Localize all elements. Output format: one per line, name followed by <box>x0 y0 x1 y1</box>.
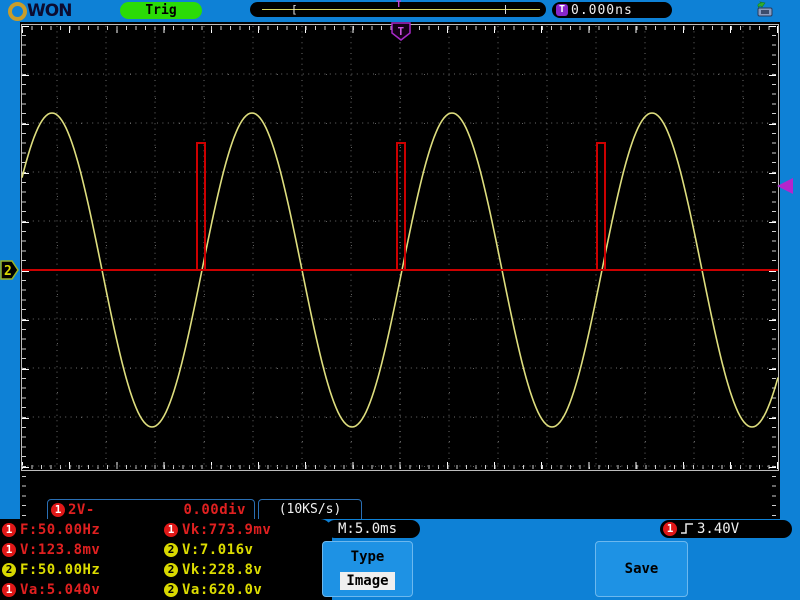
measurement-row: 2 F:50.00Hz <box>2 560 162 580</box>
trigger-level-readout: 1 3.40V <box>660 520 792 538</box>
top-bar: WON Trig [ T T 0.000ns <box>0 0 800 22</box>
brand-logo: WON <box>8 1 72 21</box>
grid-dotted-lines <box>22 26 778 469</box>
type-button-title: Type <box>350 549 385 565</box>
trigger-level-value: 3.40V <box>697 521 740 537</box>
channel1-info-row: 1 2V- 0.00div <box>48 500 254 520</box>
sample-rate: (10KS/s) <box>278 502 342 517</box>
trigger-mini-t-marker: T <box>396 0 402 10</box>
channel1-badge: 1 <box>51 502 65 517</box>
meas-badge: 1 <box>2 523 16 537</box>
timebase-readout: M:5.0ms <box>326 520 420 538</box>
save-button-label: Save <box>624 561 659 577</box>
meas-badge: 1 <box>2 543 16 557</box>
trigger-source-badge: 1 <box>663 522 677 536</box>
meas-value: F:50.00Hz <box>20 562 101 578</box>
measurements-panel: 1 F:50.00Hz 1 V:123.8mv 2 F:50.00Hz 1 Va… <box>0 519 332 600</box>
meas-badge: 2 <box>2 563 16 577</box>
measurements-column-left: 1 F:50.00Hz 1 V:123.8mv 2 F:50.00Hz 1 Va… <box>2 520 162 600</box>
channel1-position: 0.00div <box>183 501 246 518</box>
trigger-level-arrow[interactable] <box>777 178 793 194</box>
trigger-status-label: Trig <box>145 3 177 18</box>
timebase-value: M:5.0ms <box>338 521 398 537</box>
meas-badge: 2 <box>164 583 178 597</box>
usb-save-icon <box>757 1 773 17</box>
meas-value: Vk:228.8v <box>182 562 263 578</box>
meas-badge: 2 <box>164 543 178 557</box>
measurement-row: 1 Va:5.040v <box>2 580 162 600</box>
meas-value: Va:5.040v <box>20 582 101 598</box>
trigger-time-readout: T 0.000ns <box>552 2 672 18</box>
channel2-zero-marker[interactable]: 2 <box>0 258 20 282</box>
logo-text: WON <box>27 1 72 21</box>
measurement-row: 1 V:123.8mv <box>2 540 162 560</box>
meas-value: F:50.00Hz <box>20 522 101 538</box>
measurement-row: 2 Vk:228.8v <box>164 560 330 580</box>
measurement-row: 2 Va:620.0v <box>164 580 330 600</box>
type-soft-button[interactable]: Type Image <box>322 541 413 597</box>
bottom-bar: 1 F:50.00Hz 1 V:123.8mv 2 F:50.00Hz 1 Va… <box>0 519 800 600</box>
meas-value: V:123.8mv <box>20 542 101 558</box>
meas-badge: 2 <box>164 563 178 577</box>
meas-badge: 1 <box>164 523 178 537</box>
window-bracket-marker: [ <box>291 3 298 16</box>
meas-value: V:7.016v <box>182 542 254 558</box>
waveform-traces <box>21 112 779 428</box>
type-button-value: Image <box>340 572 395 590</box>
measurement-row: 1 F:50.00Hz <box>2 520 162 540</box>
meas-value: Vk:773.9mv <box>182 522 272 538</box>
trigger-status-pill: Trig <box>120 2 202 19</box>
shield-t-label: T <box>398 25 405 38</box>
channel2-marker-label: 2 <box>4 264 12 279</box>
save-soft-button[interactable]: Save <box>595 541 688 597</box>
window-tick-marker <box>505 5 506 14</box>
meas-badge: 1 <box>2 583 16 597</box>
memory-position-bar[interactable]: [ T <box>250 0 546 17</box>
rising-edge-icon <box>681 523 693 534</box>
logo-o-ring-icon <box>8 1 27 21</box>
waveform-display-area: 1 2V- 0.00div 2 100V- 0.00div (10KS/s) D… <box>20 22 780 540</box>
measurements-column-right: 1 Vk:773.9mv 2 V:7.016v 2 Vk:228.8v 2 Va… <box>164 520 330 600</box>
waveform-canvas <box>21 26 779 469</box>
trigger-position-shield[interactable]: T <box>389 22 413 42</box>
measurement-row: 2 V:7.016v <box>164 540 330 560</box>
trigger-time-value: 0.000ns <box>571 2 633 18</box>
trigger-t-icon: T <box>556 4 568 16</box>
channel1-scale: 2V- <box>68 501 95 518</box>
measurement-row: 1 Vk:773.9mv <box>164 520 330 540</box>
meas-value: Va:620.0v <box>182 582 263 598</box>
